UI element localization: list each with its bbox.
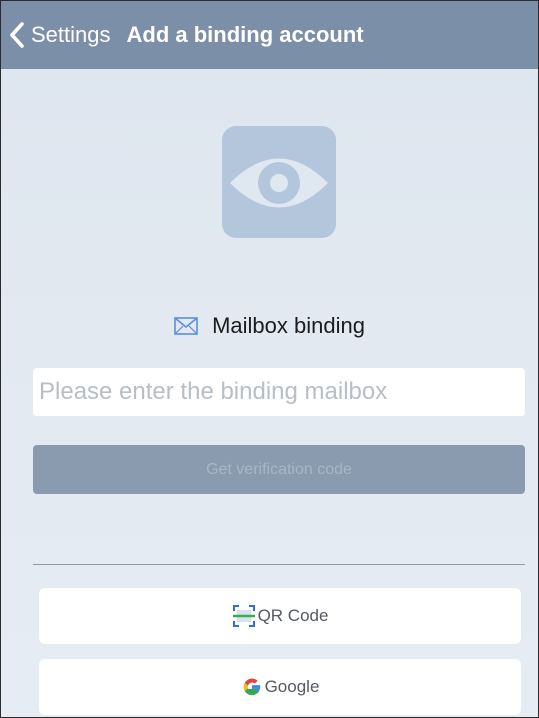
get-verification-code-button[interactable]: Get verification code	[33, 445, 525, 494]
envelope-icon	[174, 317, 198, 335]
mailbox-binding-heading: Mailbox binding	[1, 313, 538, 339]
binding-mailbox-input[interactable]	[33, 368, 525, 416]
qr-scan-icon	[232, 605, 255, 627]
back-button[interactable]: Settings	[9, 21, 111, 49]
mailbox-binding-label: Mailbox binding	[212, 313, 365, 338]
qr-code-label: QR Code	[257, 606, 329, 625]
google-label: Google	[264, 677, 320, 696]
divider	[33, 564, 525, 565]
back-label: Settings	[31, 22, 111, 47]
page-title: Add a binding account	[126, 22, 364, 47]
chevron-left-icon	[10, 22, 24, 48]
google-button[interactable]: Google	[39, 659, 521, 715]
qr-code-button[interactable]: QR Code	[39, 588, 521, 644]
eye-icon	[222, 126, 336, 238]
app-screen: Settings Add a binding account Mailbox b…	[0, 0, 539, 718]
google-icon	[243, 678, 260, 696]
navigation-bar: Settings Add a binding account	[1, 1, 538, 69]
